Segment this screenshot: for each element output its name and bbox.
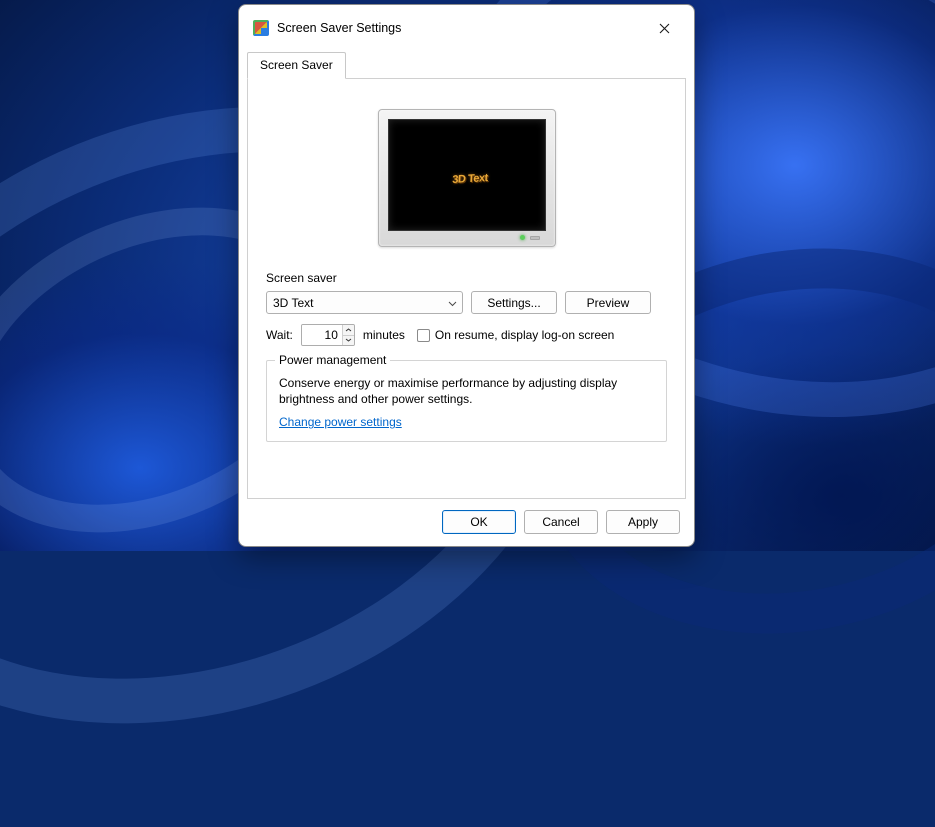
- chevron-up-icon: [345, 328, 352, 332]
- wait-label: Wait:: [266, 328, 293, 342]
- monitor-screen: 3D Text: [388, 119, 546, 231]
- apply-button[interactable]: Apply: [606, 510, 680, 534]
- wait-increment[interactable]: [343, 325, 354, 336]
- chevron-down-icon: [345, 338, 352, 342]
- screen-saver-label: Screen saver: [266, 271, 667, 285]
- power-led-icon: [520, 235, 525, 240]
- settings-button[interactable]: Settings...: [471, 291, 557, 314]
- screen-saver-group: Screen saver 3D Text Settings... Preview…: [266, 271, 667, 346]
- cancel-button[interactable]: Cancel: [524, 510, 598, 534]
- monitor-preview: 3D Text: [378, 109, 556, 247]
- resume-logon-label: On resume, display log-on screen: [435, 328, 614, 342]
- resume-logon-checkbox[interactable]: [417, 329, 430, 342]
- preview-button[interactable]: Preview: [565, 291, 651, 314]
- power-management-desc: Conserve energy or maximise performance …: [279, 375, 654, 407]
- ok-button[interactable]: OK: [442, 510, 516, 534]
- preview-area: 3D Text: [248, 79, 685, 271]
- wait-input[interactable]: [302, 325, 342, 345]
- tab-panel: 3D Text Screen saver 3D Text: [247, 78, 686, 499]
- close-icon: [659, 23, 670, 34]
- wait-unit-label: minutes: [363, 328, 405, 342]
- dialog-buttons: OK Cancel Apply: [239, 500, 694, 546]
- wait-decrement[interactable]: [343, 336, 354, 346]
- titlebar: Screen Saver Settings: [239, 5, 694, 51]
- tabstrip: Screen Saver: [239, 51, 694, 79]
- tab-screen-saver[interactable]: Screen Saver: [247, 52, 346, 79]
- monitor-controls: [388, 231, 546, 242]
- power-management-group: Power management Conserve energy or maxi…: [266, 360, 667, 442]
- close-button[interactable]: [642, 13, 686, 43]
- screen-saver-settings-dialog: Screen Saver Settings Screen Saver 3D Te…: [238, 4, 695, 547]
- change-power-settings-link[interactable]: Change power settings: [279, 415, 402, 429]
- screensaver-icon: [253, 20, 269, 36]
- preview-3d-text: 3D Text: [452, 172, 488, 186]
- wait-spinner[interactable]: [301, 324, 355, 346]
- screen-saver-select[interactable]: 3D Text: [266, 291, 463, 314]
- monitor-button-icon: [530, 236, 540, 240]
- window-title: Screen Saver Settings: [277, 21, 401, 35]
- power-management-legend: Power management: [275, 353, 390, 367]
